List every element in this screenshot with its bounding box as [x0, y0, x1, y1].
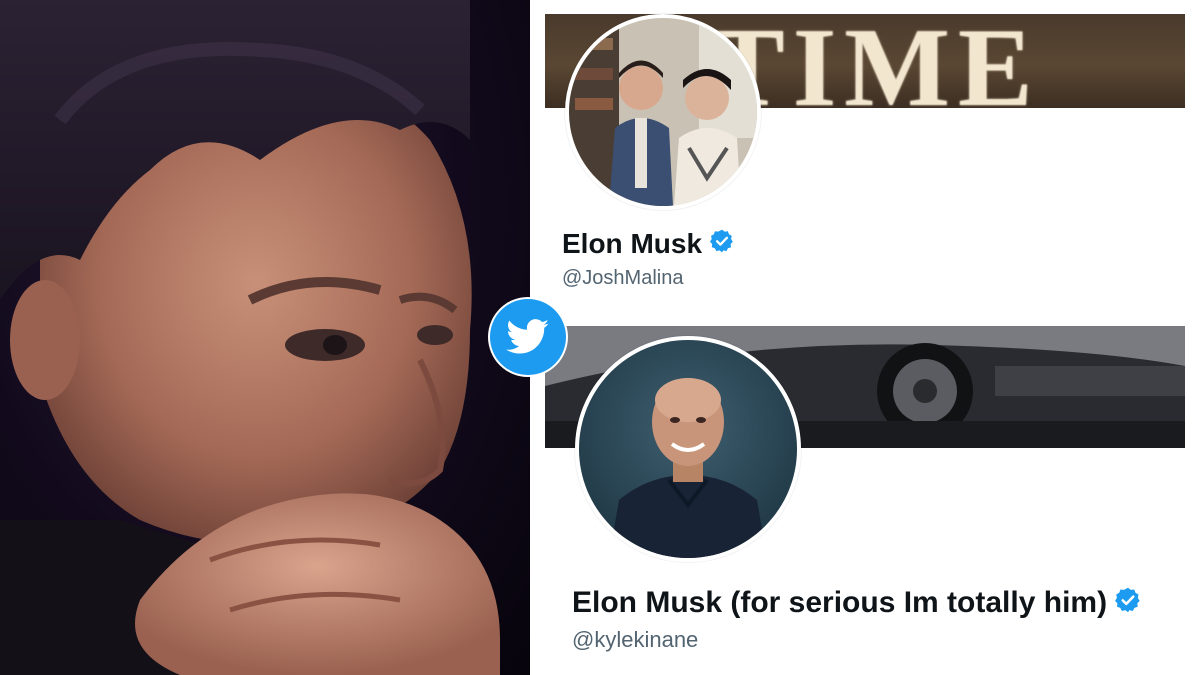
- verified-badge-icon: [1114, 586, 1142, 619]
- banner-text: TIME: [710, 14, 1041, 108]
- display-name-row: Elon Musk: [562, 228, 735, 259]
- display-name-row: Elon Musk (for serious Im totally him): [572, 586, 1142, 619]
- verified-badge-icon: [709, 228, 735, 259]
- twitter-bird-icon: [490, 299, 566, 375]
- profile-handle[interactable]: @JoshMalina: [562, 268, 683, 288]
- portrait-photo: [0, 0, 530, 675]
- profile-avatar[interactable]: [565, 14, 761, 210]
- display-name: Elon Musk: [562, 227, 703, 259]
- profile-avatar[interactable]: [575, 336, 801, 562]
- composite-image: TIME Elon Musk @JoshMalina Elon Musk (fo…: [0, 0, 1200, 675]
- display-name: Elon Musk (for serious Im totally him): [572, 585, 1108, 619]
- profile-card-2[interactable]: Elon Musk (for serious Im totally him) @…: [545, 326, 1185, 666]
- profile-handle[interactable]: @kylekinane: [572, 629, 698, 651]
- profile-card-1[interactable]: TIME Elon Musk @JoshMalina: [545, 14, 1185, 304]
